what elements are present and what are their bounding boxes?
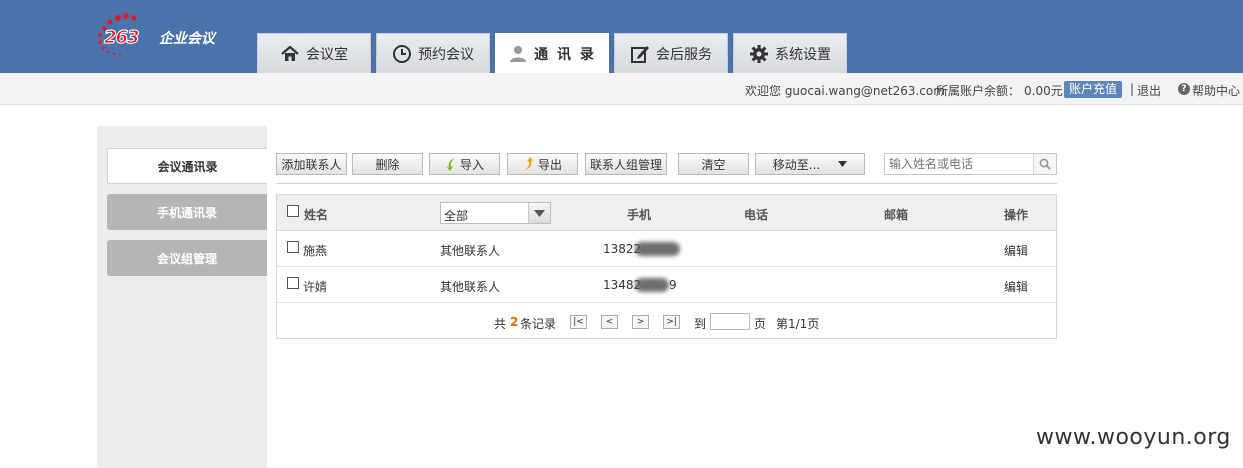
logout-link[interactable]: 退出: [1137, 82, 1161, 99]
sidebar-item-group-management[interactable]: 会议组管理: [107, 240, 267, 276]
balance-value: 0.00元: [1024, 84, 1063, 98]
next-page-button[interactable]: >: [632, 315, 649, 329]
edit-icon: [631, 45, 649, 63]
brand-logo[interactable]: 263 企业会议: [96, 12, 236, 58]
goto-label: 到: [694, 317, 707, 331]
add-contact-button[interactable]: 添加联系人: [276, 153, 347, 175]
tab-label: 预约会议: [418, 46, 474, 63]
redaction-blur: [635, 278, 669, 292]
watermark: www.wooyun.org: [1036, 425, 1231, 450]
separator: |: [1130, 82, 1135, 96]
tab-label: 系统设置: [775, 46, 831, 63]
header-mobile: 手机: [627, 208, 652, 222]
contact-name: 施燕: [303, 244, 328, 258]
import-label: 导入: [459, 157, 484, 172]
sidebar-item-label: 手机通讯录: [156, 205, 217, 220]
recharge-button[interactable]: 账户充值: [1064, 81, 1123, 98]
export-arrow-icon: [524, 157, 534, 170]
prev-page-button[interactable]: <: [601, 315, 618, 329]
move-to-dropdown[interactable]: 移动至...: [755, 153, 865, 175]
dropdown-arrow: [528, 203, 550, 223]
import-arrow-icon: [445, 158, 455, 171]
page-status: 第1/1页: [776, 317, 820, 331]
export-label: 导出: [537, 157, 562, 172]
tab-label: 会后服务: [656, 46, 712, 63]
contact-group: 其他联系人: [440, 280, 501, 294]
tab-meeting-room[interactable]: 会议室: [257, 33, 371, 73]
sidebar: 会议通讯录 手机通讯录 会议组管理: [97, 126, 267, 468]
sidebar-item-mobile-contacts[interactable]: 手机通讯录: [107, 194, 267, 230]
delete-label: 删除: [375, 157, 400, 172]
clear-label: 清空: [701, 157, 726, 172]
total-prefix: 共: [494, 317, 507, 331]
contacts-table: 姓名 全部 手机 电话 邮箱 操作 施燕 其他联系人 13822 编辑 许婧 其…: [276, 194, 1057, 339]
account-info-bar: 欢迎您 guocai.wang@net263.com 所属账户余额： 0.00元…: [0, 73, 1243, 105]
search-box: [884, 153, 1057, 175]
sidebar-item-label: 会议组管理: [156, 251, 217, 266]
sidebar-item-meeting-contacts[interactable]: 会议通讯录: [107, 148, 267, 184]
first-page-button[interactable]: |<: [570, 315, 587, 329]
pagination: 共 2 条记录 |< < > >| 到 页 第1/1页: [277, 303, 1056, 339]
clock-icon: [393, 44, 411, 63]
tab-post-meeting[interactable]: 会后服务: [614, 33, 728, 73]
group-filter-value: 全部: [444, 209, 469, 223]
table-header: 姓名 全部 手机 电话 邮箱 操作: [277, 195, 1056, 231]
tab-schedule-meeting[interactable]: 预约会议: [376, 33, 490, 73]
help-icon[interactable]: ?: [1178, 83, 1190, 95]
total-suffix: 条记录: [520, 317, 557, 331]
page-number-input[interactable]: [710, 313, 750, 330]
redaction-blur: [635, 242, 680, 256]
tab-label: 通 讯 录: [534, 46, 596, 63]
logo-text: 企业会议: [159, 31, 215, 47]
header-email: 邮箱: [884, 208, 909, 222]
row-checkbox[interactable]: [287, 277, 299, 289]
contact-group: 其他联系人: [440, 244, 501, 258]
top-header: 263 企业会议 会议室 预约会议 通 讯 录 会后服务 系统设置: [0, 0, 1243, 73]
chevron-down-icon: [838, 161, 848, 167]
search-button[interactable]: [1033, 154, 1056, 174]
total-count: 2: [510, 315, 519, 329]
table-row: 施燕 其他联系人 13822 编辑: [277, 231, 1056, 267]
clear-button[interactable]: 清空: [678, 153, 749, 175]
contact-mobile-tail: 9: [669, 278, 677, 292]
edit-link[interactable]: 编辑: [1004, 278, 1028, 295]
group-filter-select[interactable]: 全部: [440, 202, 551, 224]
sidebar-item-label: 会议通讯录: [157, 159, 218, 174]
header-phone: 电话: [744, 208, 769, 222]
move-to-label: 移动至...: [772, 157, 821, 172]
delete-button[interactable]: 删除: [352, 153, 423, 175]
balance-label: 所属账户余额：: [936, 84, 1021, 98]
add-contact-label: 添加联系人: [281, 157, 342, 172]
last-page-button[interactable]: >|: [663, 315, 680, 329]
chevron-down-icon: [534, 209, 545, 217]
logo-number: 263: [104, 27, 141, 49]
toolbar-divider: [276, 183, 1057, 184]
select-all-checkbox[interactable]: [287, 205, 299, 217]
tab-contacts[interactable]: 通 讯 录: [495, 33, 609, 73]
welcome-text: 欢迎您 guocai.wang@net263.com: [745, 84, 945, 98]
contact-groups-label: 联系人组管理: [589, 157, 662, 172]
tab-label: 会议室: [306, 46, 348, 63]
home-icon: [281, 45, 299, 61]
gear-icon: [750, 44, 768, 63]
import-button[interactable]: 导入: [429, 153, 500, 175]
search-icon: [1039, 158, 1051, 170]
contact-groups-button[interactable]: 联系人组管理: [585, 153, 667, 175]
table-row: 许婧 其他联系人 13482 9 编辑: [277, 267, 1056, 303]
header-name: 姓名: [304, 208, 329, 222]
tab-settings[interactable]: 系统设置: [733, 33, 847, 73]
contact-name: 许婧: [303, 280, 328, 294]
page-unit: 页: [754, 317, 767, 331]
header-action: 操作: [1004, 208, 1029, 222]
row-checkbox[interactable]: [287, 241, 299, 253]
user-icon: [510, 45, 527, 62]
edit-link[interactable]: 编辑: [1004, 242, 1028, 259]
export-button[interactable]: 导出: [507, 153, 578, 175]
help-center-link[interactable]: 帮助中心: [1192, 82, 1240, 99]
search-input[interactable]: [885, 154, 1033, 174]
